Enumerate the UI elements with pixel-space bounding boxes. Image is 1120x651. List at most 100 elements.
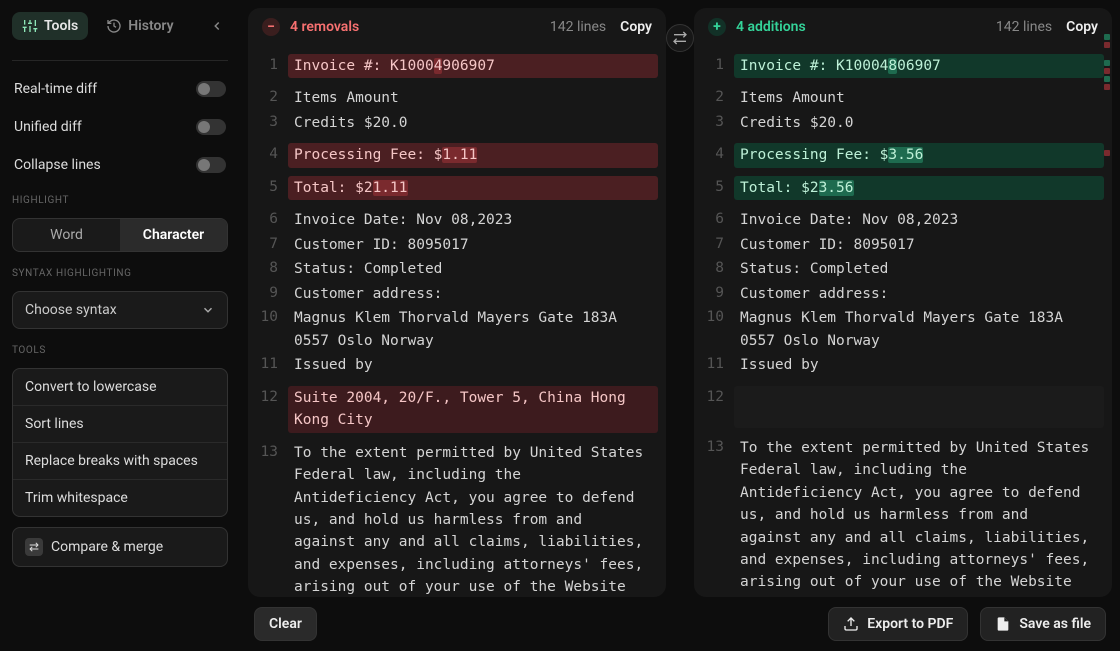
export-pdf-button[interactable]: Export to PDF bbox=[828, 607, 968, 641]
code-right[interactable]: 1Invoice #: K100048069072Items Amount3Cr… bbox=[694, 46, 1112, 597]
minimap[interactable] bbox=[1104, 16, 1110, 535]
section-highlight-label: HIGHLIGHT bbox=[12, 195, 228, 206]
chevron-down-icon bbox=[201, 303, 215, 317]
left-line-count: 142 lines bbox=[550, 19, 606, 35]
line-content: Magnus Klem Thorvald Mayers Gate 183A 05… bbox=[288, 306, 658, 353]
tool-replace-breaks[interactable]: Replace breaks with spaces bbox=[13, 442, 227, 479]
toggle-realtime-label: Real-time diff bbox=[14, 81, 97, 97]
collapse-sidebar-button[interactable] bbox=[206, 15, 228, 37]
code-line: 1Invoice #: K10004906907 bbox=[248, 54, 666, 78]
code-line: 10Magnus Klem Thorvald Mayers Gate 183A … bbox=[694, 306, 1112, 353]
line-content: Customer ID: 8095017 bbox=[734, 233, 1104, 257]
line-number: 4 bbox=[694, 143, 734, 165]
line-number: 7 bbox=[694, 233, 734, 255]
line-number: 10 bbox=[248, 306, 288, 328]
tab-history-label: History bbox=[128, 18, 173, 34]
tool-lowercase[interactable]: Convert to lowercase bbox=[13, 369, 227, 405]
compare-merge-icon: ⇄ bbox=[25, 538, 43, 556]
clear-label: Clear bbox=[269, 616, 302, 632]
line-number: 6 bbox=[248, 208, 288, 230]
line-content: Total: $23.56 bbox=[734, 176, 1104, 200]
copy-left-button[interactable]: Copy bbox=[620, 19, 652, 35]
line-number: 3 bbox=[694, 111, 734, 133]
toggle-unified-row: Unified diff bbox=[12, 113, 228, 141]
pane-right-header: + 4 additions 142 lines Copy bbox=[694, 8, 1112, 46]
line-content: Status: Completed bbox=[288, 257, 658, 281]
seg-character[interactable]: Character bbox=[120, 219, 227, 251]
line-number: 9 bbox=[694, 282, 734, 304]
tab-history[interactable]: History bbox=[96, 12, 183, 40]
code-left[interactable]: 1Invoice #: K10004906907 2Items Amount3Cr… bbox=[248, 46, 666, 597]
toggle-unified-switch[interactable] bbox=[196, 119, 226, 135]
line-content: Invoice Date: Nov 08,2023 bbox=[288, 208, 658, 232]
line-content: Credits $20.0 bbox=[288, 111, 658, 135]
upload-icon bbox=[843, 616, 859, 632]
line-number: 8 bbox=[248, 257, 288, 279]
highlight-segmented: Word Character bbox=[12, 218, 228, 252]
line-content: Issued by bbox=[288, 353, 658, 377]
line-content: To the extent permitted by United States… bbox=[734, 436, 1104, 597]
code-line: 11Issued by bbox=[248, 353, 666, 377]
line-number: 11 bbox=[694, 353, 734, 375]
toggle-realtime-row: Real-time diff bbox=[12, 75, 228, 103]
code-line: 6Invoice Date: Nov 08,2023 bbox=[694, 208, 1112, 232]
toggle-realtime-switch[interactable] bbox=[196, 81, 226, 97]
line-number: 8 bbox=[694, 257, 734, 279]
save-file-button[interactable]: Save as file bbox=[980, 607, 1106, 641]
code-line: 4Processing Fee: $3.56 bbox=[694, 143, 1112, 167]
code-line: 5Total: $21.11 bbox=[248, 176, 666, 200]
line-number: 12 bbox=[694, 386, 734, 408]
sidebar: Tools History Real-time diff Unified dif… bbox=[0, 0, 240, 651]
seg-word[interactable]: Word bbox=[13, 219, 120, 251]
toggle-collapse-row: Collapse lines bbox=[12, 151, 228, 179]
tab-tools[interactable]: Tools bbox=[12, 12, 88, 40]
swap-panes-button[interactable] bbox=[666, 24, 694, 52]
line-content: Total: $21.11 bbox=[288, 176, 658, 200]
toggle-collapse-switch[interactable] bbox=[196, 157, 226, 173]
save-file-label: Save as file bbox=[1019, 616, 1091, 632]
line-content: Processing Fee: $1.11 bbox=[288, 143, 658, 167]
section-syntax-label: SYNTAX HIGHLIGHTING bbox=[12, 268, 228, 279]
code-line: 2Items Amount bbox=[248, 86, 666, 110]
swap-icon bbox=[672, 30, 688, 46]
line-content: Items Amount bbox=[288, 86, 658, 110]
line-number: 11 bbox=[248, 353, 288, 375]
line-number: 6 bbox=[694, 208, 734, 230]
export-pdf-label: Export to PDF bbox=[867, 616, 953, 632]
line-number: 1 bbox=[248, 54, 288, 76]
tool-sort[interactable]: Sort lines bbox=[13, 405, 227, 442]
clear-button[interactable]: Clear bbox=[254, 607, 317, 641]
line-number: 1 bbox=[694, 54, 734, 76]
additions-count: 4 additions bbox=[736, 19, 806, 35]
syntax-select[interactable]: Choose syntax bbox=[12, 291, 228, 329]
line-number: 2 bbox=[694, 86, 734, 108]
line-number: 9 bbox=[248, 282, 288, 304]
line-number: 3 bbox=[248, 111, 288, 133]
line-content: Customer address: bbox=[734, 282, 1104, 306]
removals-count: 4 removals bbox=[290, 19, 359, 35]
line-number: 13 bbox=[248, 441, 288, 463]
pane-right: + 4 additions 142 lines Copy 1Invoice #:… bbox=[694, 8, 1112, 597]
toggle-unified-label: Unified diff bbox=[14, 119, 82, 135]
line-number: 12 bbox=[248, 386, 288, 408]
line-number: 10 bbox=[694, 306, 734, 328]
right-line-count: 142 lines bbox=[996, 19, 1052, 35]
diff-container: − 4 removals 142 lines Copy 1Invoice #: … bbox=[240, 0, 1120, 597]
code-line: 7Customer ID: 8095017 bbox=[248, 233, 666, 257]
tool-trim[interactable]: Trim whitespace bbox=[13, 479, 227, 516]
compare-merge-button[interactable]: ⇄ Compare & merge bbox=[12, 527, 228, 567]
code-line: 7Customer ID: 8095017 bbox=[694, 233, 1112, 257]
pane-left-header: − 4 removals 142 lines Copy bbox=[248, 8, 666, 46]
line-content: Magnus Klem Thorvald Mayers Gate 183A 05… bbox=[734, 306, 1104, 353]
code-line: 2Items Amount bbox=[694, 86, 1112, 110]
line-content: Customer ID: 8095017 bbox=[288, 233, 658, 257]
chevron-left-icon bbox=[210, 19, 224, 33]
line-content: Status: Completed bbox=[734, 257, 1104, 281]
copy-right-button[interactable]: Copy bbox=[1066, 19, 1098, 35]
code-line: 4Processing Fee: $1.11 bbox=[248, 143, 666, 167]
code-line: 12Suite 2004, 20/F., Tower 5, China Hong… bbox=[248, 386, 666, 433]
line-content: Invoice #: K10004806907 bbox=[734, 54, 1104, 78]
history-icon bbox=[106, 18, 122, 34]
section-tools-label: TOOLS bbox=[12, 345, 228, 356]
code-line: 6Invoice Date: Nov 08,2023 bbox=[248, 208, 666, 232]
